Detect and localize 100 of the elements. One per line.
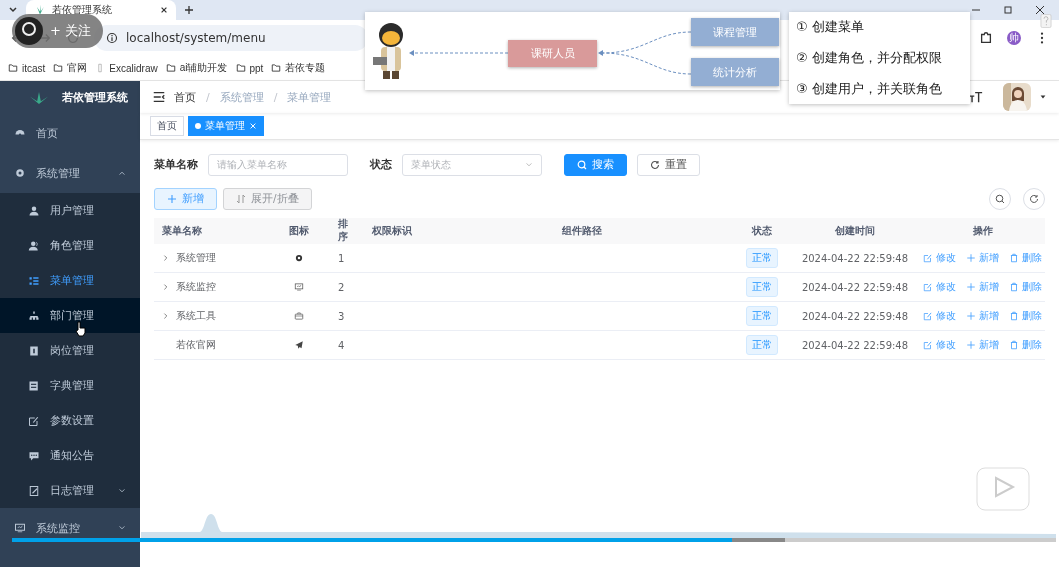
new-tab-icon[interactable] (184, 5, 194, 15)
column-header: 图标 (274, 218, 324, 244)
refresh-button[interactable] (1023, 188, 1045, 210)
step-text: ① 创建菜单 (796, 18, 865, 37)
diagram-node: 课程管理 (691, 18, 779, 46)
status-tag: 正常 (746, 248, 778, 268)
table-cell: 1 (338, 252, 345, 264)
close-icon[interactable] (160, 6, 168, 14)
action-icon (966, 340, 976, 350)
table-cell: 2024-04-22 22:59:48 (801, 339, 909, 351)
font-size-icon[interactable] (969, 90, 983, 104)
action-icon (923, 253, 933, 263)
folder-icon (53, 63, 64, 73)
menu-icon-glyph (28, 204, 40, 217)
breadcrumb-item[interactable]: 首页 (174, 89, 196, 105)
page-tab[interactable]: 首页 (150, 116, 184, 136)
follow-label: + 关注 (50, 22, 92, 40)
refresh-icon (650, 159, 660, 170)
table-cell: 3 (338, 310, 345, 322)
table-cell: 系统工具 (176, 309, 216, 323)
folder-icon (8, 63, 18, 73)
folder-icon (235, 63, 246, 73)
action-icon (1009, 282, 1019, 292)
plus-icon (167, 194, 177, 204)
step-text: ② 创建角色，并分配权限 (796, 49, 943, 67)
bookmark-link[interactable]: ai辅助开发 (165, 61, 228, 75)
refresh-icon (1029, 194, 1039, 204)
table-cell: 系统监控 (176, 280, 216, 294)
search-icon (577, 159, 587, 170)
step-text: ③ 创建用户，并关联角色 (796, 79, 943, 98)
tab-list-icon[interactable] (8, 5, 18, 15)
bookmark-link[interactable]: Excalidraw (95, 62, 158, 74)
breadcrumb-separator: / (206, 90, 210, 104)
column-header: 权限标识 (364, 218, 554, 244)
action-icon (966, 311, 976, 321)
action-icon (966, 282, 976, 292)
search-icon (995, 194, 1005, 204)
extension-icon[interactable] (979, 31, 993, 45)
action-icon (923, 311, 933, 321)
table-cell: 2024-04-22 22:59:48 (801, 252, 909, 264)
table-cell: 4 (338, 339, 345, 351)
row-icon (294, 282, 304, 292)
chevron-icon (525, 160, 533, 169)
diagram-node: 统计分析 (691, 58, 779, 86)
menu-icon-glyph (28, 239, 40, 252)
address-field[interactable]: localhost/system/menu (94, 25, 368, 51)
menu-item[interactable]: 参数设置 (0, 403, 140, 438)
caret-icon[interactable] (1039, 93, 1047, 101)
menu-item[interactable]: 用户管理 (0, 193, 140, 228)
field-label: 状态 (370, 157, 392, 172)
info-icon[interactable] (106, 32, 118, 44)
action-icon (966, 253, 976, 263)
action-icon (1009, 253, 1019, 263)
search-toggle-button[interactable] (989, 188, 1011, 210)
menu-item[interactable]: 日志管理 (0, 473, 140, 508)
reset-button[interactable]: 重置 (637, 153, 700, 176)
table-cell: 2024-04-22 22:59:48 (801, 310, 909, 322)
status-tag: 正常 (746, 306, 778, 326)
chevron-icon (118, 524, 126, 532)
menu-item[interactable]: 角色管理 (0, 228, 140, 263)
chevron-icon (118, 486, 126, 495)
close-window-icon[interactable] (1035, 5, 1045, 15)
cursor-icon (74, 321, 86, 337)
menu-item[interactable]: 通知公告 (0, 438, 140, 473)
breadcrumb-item: 系统管理 (219, 89, 264, 105)
menu-item[interactable]: 字典管理 (0, 368, 140, 403)
menu-icon-glyph (28, 414, 40, 427)
table-cell: 2024-04-22 22:59:48 (801, 281, 909, 293)
column-header: 菜单名称 (154, 218, 274, 244)
bookmark-link[interactable]: itcast (8, 62, 46, 74)
table-cell: 若依官网 (176, 338, 216, 352)
menu-icon-glyph (28, 274, 40, 287)
folder-icon (165, 63, 176, 73)
row-icon (294, 253, 304, 263)
folder-icon (271, 63, 282, 73)
menu-item[interactable]: 部门管理 (0, 298, 140, 333)
maximize-icon[interactable] (1003, 5, 1013, 15)
column-header: 创建时间 (790, 218, 920, 244)
bookmark-link[interactable]: 官网 (53, 61, 88, 75)
app-title: 若依管理系统 (62, 89, 128, 105)
sort-icon (236, 194, 246, 204)
menu-icon-glyph (28, 449, 40, 462)
menu-item[interactable]: 岗位管理 (0, 333, 140, 368)
column-header: 组件路径 (554, 218, 734, 244)
chevron-icon (118, 169, 126, 177)
column-header: 状态 (734, 218, 790, 244)
menu-toggle-icon[interactable] (152, 90, 166, 104)
action-icon (1009, 311, 1019, 321)
breadcrumb-item: 菜单管理 (287, 89, 332, 105)
column-header: 操作 (920, 218, 1045, 244)
menu-icon-glyph (14, 522, 26, 534)
profile-avatar[interactable]: 帅 (1007, 31, 1021, 45)
bookmark-link[interactable]: ppt (235, 62, 264, 74)
bookmark-link[interactable]: 若依专题 (271, 61, 326, 75)
breadcrumb-separator: / (273, 90, 278, 104)
menu-icon-glyph (14, 167, 26, 179)
menu-icon-glyph (28, 344, 40, 357)
column-header: 排序 (324, 218, 364, 244)
menu-item[interactable]: 菜单管理 (0, 263, 140, 298)
follow-toast[interactable]: + 关注 (12, 14, 104, 48)
